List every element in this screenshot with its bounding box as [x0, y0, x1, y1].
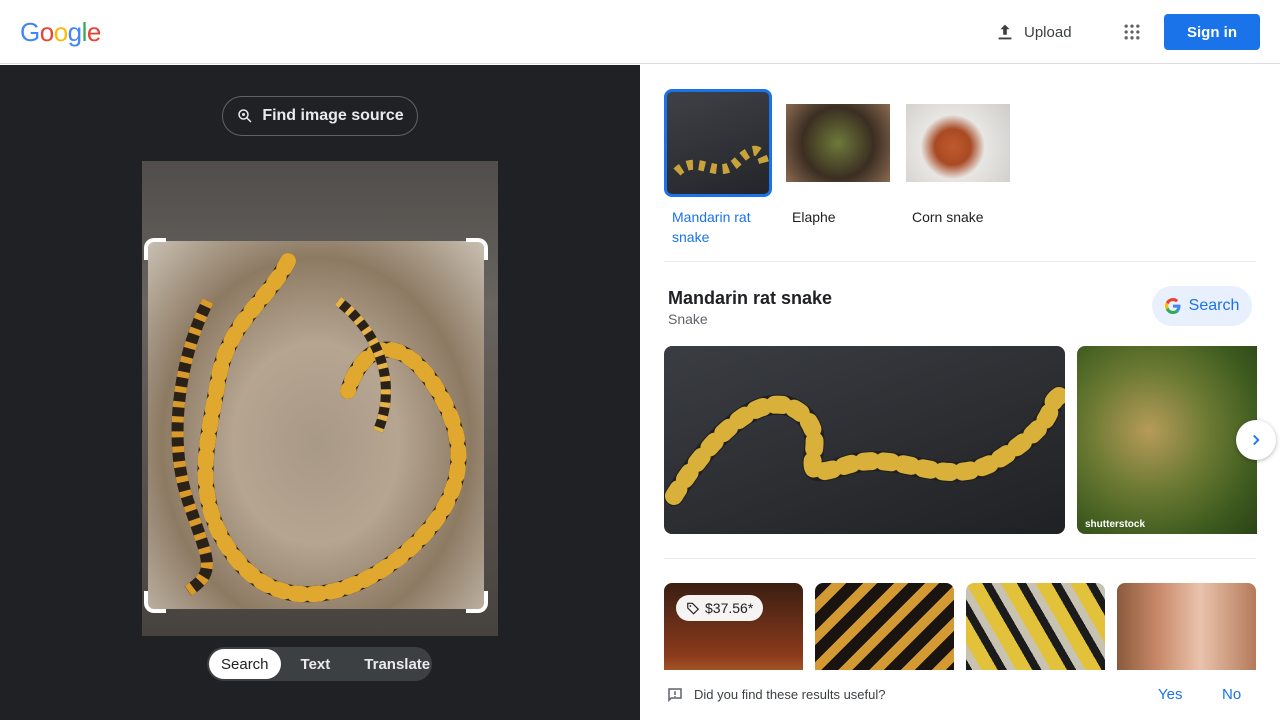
entity-search-label: Search [1188, 297, 1240, 314]
logo-letter: o [53, 17, 68, 47]
chevron-right-icon [1253, 434, 1260, 446]
logo-letter: o [39, 17, 54, 47]
thumb-label: Corn snake [912, 209, 984, 225]
tab-translate[interactable]: Translate [352, 649, 442, 679]
thumb-corn-snake[interactable]: Corn snake [904, 89, 1012, 247]
tab-text[interactable]: Text [289, 649, 343, 679]
thumb-image [904, 89, 1012, 197]
sign-in-button[interactable]: Sign in [1164, 14, 1260, 50]
crop-handle-top-right[interactable] [466, 238, 488, 260]
feedback-question: Did you find these results useful? [694, 687, 886, 702]
apps-grid-icon[interactable] [1116, 16, 1148, 48]
logo-letter: G [20, 17, 40, 47]
crop-handle-bottom-left[interactable] [144, 591, 166, 613]
upload-button[interactable]: Upload [984, 14, 1082, 50]
lens-search-icon [238, 109, 252, 123]
price-text: $37.56* [705, 600, 754, 616]
price-badge: $37.56* [676, 595, 764, 621]
feedback-yes-button[interactable]: Yes [1158, 686, 1182, 703]
entity-title: Mandarin rat snake [668, 288, 833, 308]
mode-tabs: Search Text Translate [207, 647, 432, 681]
result-image[interactable]: shutterstock [1077, 346, 1257, 534]
upload-icon [998, 24, 1012, 40]
crop-handle-top-left[interactable] [144, 238, 166, 260]
image-watermark: shutterstock [1085, 519, 1146, 530]
divider [664, 261, 1256, 262]
thumb-label: Elaphe [792, 209, 836, 225]
feedback-no-button[interactable]: No [1222, 686, 1241, 703]
entity-thumbnails: Mandarin rat snake Elaphe Corn snake [664, 89, 1012, 247]
logo-letter: g [67, 17, 82, 47]
divider [664, 558, 1256, 559]
entity-search-button[interactable]: Search [1152, 286, 1252, 326]
crop-handle-bottom-right[interactable] [466, 591, 488, 613]
uploaded-image [142, 161, 498, 636]
thumb-label: Mandarin rat snake [672, 209, 751, 245]
google-logo[interactable]: Google [20, 17, 101, 48]
results-panel: Mandarin rat snake Elaphe Corn snake Man… [640, 65, 1280, 720]
google-g-icon [1164, 298, 1181, 314]
entity-subtitle: Snake [668, 311, 708, 327]
price-tag-icon [687, 602, 700, 615]
logo-letter: e [86, 17, 101, 47]
snake-photo [171, 253, 467, 603]
image-preview-panel: Find image source Search Text Translate [0, 65, 640, 720]
tab-search[interactable]: Search [209, 649, 281, 679]
find-image-source-button[interactable]: Find image source [222, 96, 418, 136]
feedback-bar: Did you find these results useful? Yes N… [640, 670, 1280, 720]
top-header: Google Upload Sign in [0, 0, 1280, 64]
upload-label: Upload [1024, 23, 1072, 41]
thumb-elaphe[interactable]: Elaphe [784, 89, 892, 247]
thumb-image [664, 89, 772, 197]
crop-selection[interactable] [148, 241, 484, 609]
carousel-next-button[interactable] [1236, 420, 1276, 460]
feedback-icon [668, 688, 682, 703]
result-image[interactable] [664, 346, 1065, 534]
snake-photo [664, 386, 1065, 506]
thumb-image [784, 89, 892, 197]
thumb-mandarin-rat-snake[interactable]: Mandarin rat snake [664, 89, 772, 247]
find-image-source-label: Find image source [262, 107, 404, 124]
